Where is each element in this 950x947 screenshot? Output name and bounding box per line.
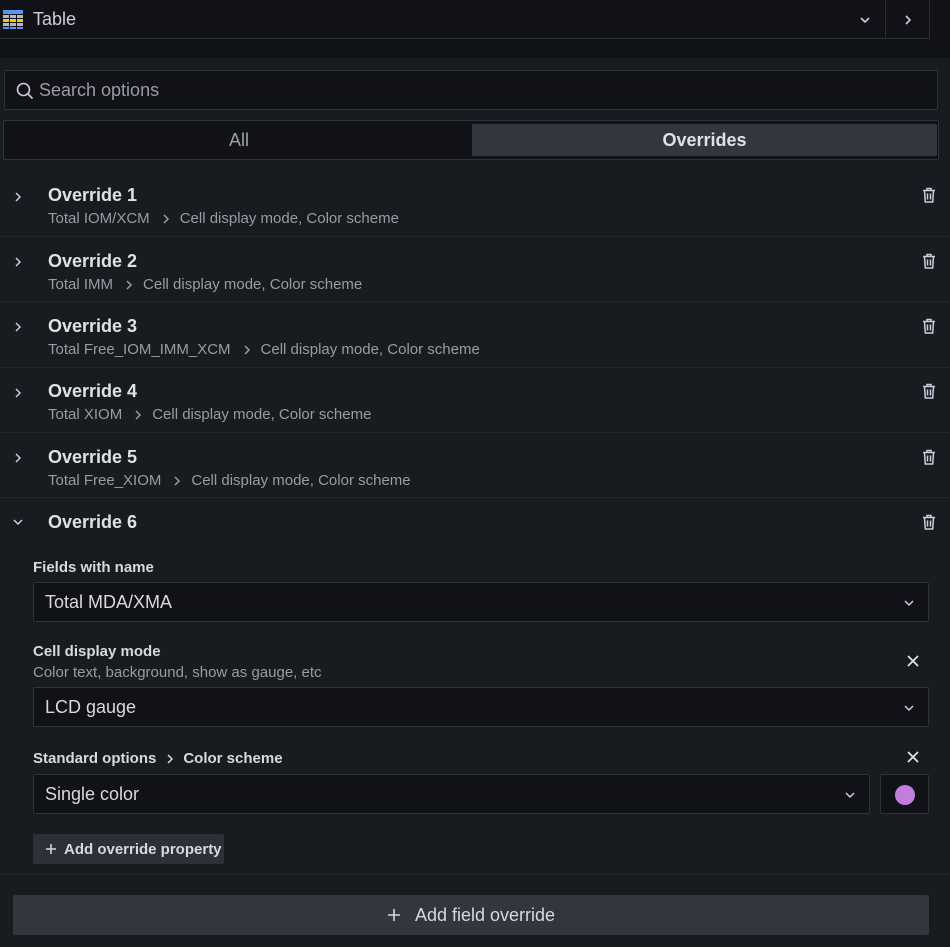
select-value: LCD gauge bbox=[45, 697, 137, 717]
chevron-down-icon bbox=[904, 705, 914, 712]
color-scheme-select[interactable]: Single color bbox=[33, 774, 870, 814]
override-title: Override 5 bbox=[48, 447, 138, 467]
override-properties: Cell display mode, Color scheme bbox=[179, 210, 399, 227]
cell-display-mode-description: Color text, background, show as gauge, e… bbox=[33, 664, 322, 681]
color-scheme-label: Standard options Color scheme bbox=[33, 750, 283, 767]
property-label: Color scheme bbox=[183, 750, 283, 767]
override-properties: Cell display mode, Color scheme bbox=[152, 406, 372, 423]
add-override-property-button[interactable]: Add override property bbox=[33, 834, 224, 864]
table-icon bbox=[3, 10, 23, 29]
search-input[interactable] bbox=[39, 71, 919, 109]
select-value: Single color bbox=[45, 784, 140, 804]
trash-icon[interactable] bbox=[920, 252, 938, 270]
chevron-down-icon[interactable] bbox=[10, 514, 26, 530]
trash-icon[interactable] bbox=[920, 317, 938, 335]
plus-icon bbox=[46, 844, 56, 854]
override-properties: Cell display mode, Color scheme bbox=[260, 341, 480, 358]
close-icon[interactable] bbox=[906, 654, 920, 668]
override-field: Total Free_IOM_IMM_XCM bbox=[48, 341, 231, 358]
override-field: Total Free_XIOM bbox=[48, 472, 162, 489]
override-title: Override 1 bbox=[48, 185, 138, 205]
color-picker-button[interactable] bbox=[880, 774, 929, 814]
divider bbox=[0, 874, 950, 875]
chevron-right-icon bbox=[15, 453, 22, 463]
chevron-right-icon bbox=[15, 388, 22, 398]
chevron-down-icon bbox=[904, 600, 914, 607]
search-options bbox=[4, 70, 938, 110]
chevron-right-icon bbox=[174, 475, 181, 486]
cell-display-mode-label: Cell display mode bbox=[33, 643, 161, 660]
tab-all[interactable]: All bbox=[7, 124, 471, 156]
color-swatch bbox=[895, 785, 915, 805]
chevron-right-icon bbox=[15, 192, 22, 202]
chevron-right-icon bbox=[905, 15, 912, 25]
options-tabs: All Overrides bbox=[3, 120, 939, 160]
override-title: Override 4 bbox=[48, 381, 138, 401]
override-item[interactable]: Override 5 Total Free_XIOM Cell display … bbox=[0, 433, 950, 498]
button-label: Add field override bbox=[414, 904, 556, 925]
button-label: Add override property bbox=[64, 840, 222, 858]
override-item[interactable]: Override 4 Total XIOM Cell display mode,… bbox=[0, 368, 950, 433]
plus-icon bbox=[387, 909, 400, 921]
chevron-right-icon bbox=[244, 344, 250, 355]
fields-with-name-select[interactable]: Total MDA/XMA bbox=[33, 582, 929, 622]
chevron-right-icon bbox=[163, 213, 169, 224]
override-title[interactable]: Override 6 bbox=[48, 512, 137, 533]
trash-icon[interactable] bbox=[920, 448, 938, 466]
add-field-override-button[interactable]: Add field override bbox=[13, 895, 929, 935]
collapse-options-button[interactable] bbox=[886, 0, 930, 39]
override-summary: Total IMM Cell display mode, Color schem… bbox=[48, 276, 362, 293]
override-summary: Total XIOM Cell display mode, Color sche… bbox=[48, 406, 371, 423]
override-field: Total XIOM bbox=[48, 406, 123, 423]
override-field: Total IOM/XCM bbox=[48, 210, 150, 227]
override-summary: Total Free_XIOM Cell display mode, Color… bbox=[48, 472, 411, 489]
override-item[interactable]: Override 1 Total IOM/XCM Cell display mo… bbox=[0, 172, 950, 237]
category-label: Standard options bbox=[33, 750, 157, 767]
visualization-title: Table bbox=[33, 9, 77, 29]
override-item[interactable]: Override 3 Total Free_IOM_IMM_XCM Cell d… bbox=[0, 302, 950, 368]
chevron-down-icon bbox=[845, 792, 855, 799]
override-summary: Total Free_IOM_IMM_XCM Cell display mode… bbox=[48, 341, 480, 358]
override-title: Override 2 bbox=[48, 251, 138, 271]
visualization-picker[interactable]: Table bbox=[0, 0, 886, 39]
chevron-down-icon bbox=[860, 17, 870, 24]
chevron-right-icon bbox=[135, 409, 142, 420]
search-icon bbox=[16, 82, 34, 100]
tab-overrides[interactable]: Overrides bbox=[472, 124, 937, 156]
cell-display-mode-select[interactable]: LCD gauge bbox=[33, 687, 929, 727]
override-properties: Cell display mode, Color scheme bbox=[191, 472, 411, 489]
override-title: Override 3 bbox=[48, 316, 138, 336]
override-item[interactable]: Override 2 Total IMM Cell display mode, … bbox=[0, 237, 950, 302]
select-value: Total MDA/XMA bbox=[45, 592, 173, 612]
chevron-right-icon bbox=[15, 257, 22, 267]
trash-icon[interactable] bbox=[920, 186, 938, 204]
trash-icon[interactable] bbox=[920, 513, 938, 531]
panel-header: Table bbox=[0, 0, 950, 58]
chevron-right-icon bbox=[126, 279, 133, 290]
close-icon[interactable] bbox=[906, 750, 920, 764]
matcher-label: Fields with name bbox=[33, 559, 154, 576]
override-summary: Total IOM/XCM Cell display mode, Color s… bbox=[48, 210, 399, 227]
trash-icon[interactable] bbox=[920, 382, 938, 400]
override-field: Total IMM bbox=[48, 276, 114, 293]
chevron-right-icon bbox=[15, 322, 22, 332]
chevron-right-icon bbox=[167, 753, 174, 764]
override-properties: Cell display mode, Color scheme bbox=[143, 276, 363, 293]
